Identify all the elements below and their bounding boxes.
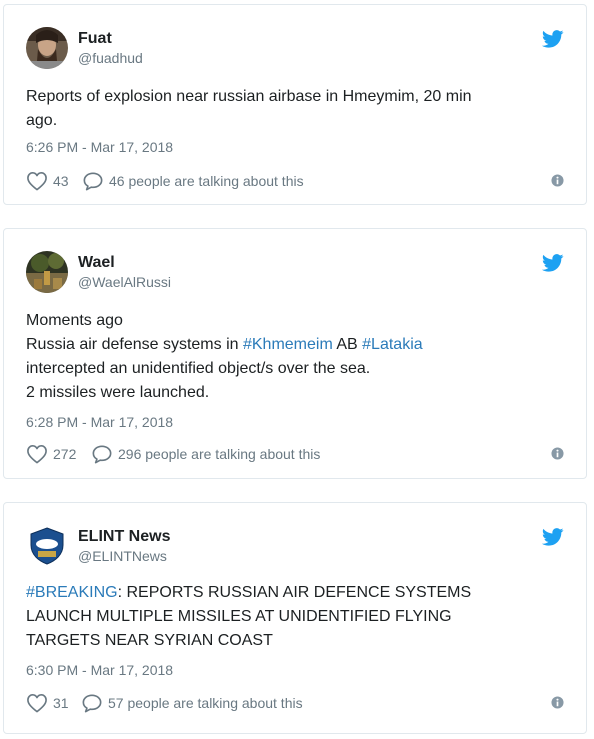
tweet-text: Reports of explosion near russian airbas… — [26, 85, 562, 133]
tweet-card[interactable]: Fuat @fuadhud Reports of explosion near … — [3, 4, 587, 205]
tweet-header: Fuat @fuadhud — [26, 27, 566, 69]
like-button[interactable]: 43 — [26, 170, 69, 192]
like-count: 31 — [53, 695, 69, 711]
like-button[interactable]: 31 — [26, 692, 69, 714]
timestamp[interactable]: 6:30 PM - Mar 17, 2018 — [26, 661, 173, 680]
avatar[interactable] — [26, 251, 68, 293]
tweet-text-segment: AB — [332, 336, 363, 353]
user-handle[interactable]: @WaelAlRussi — [78, 273, 171, 292]
like-count: 43 — [53, 173, 69, 189]
conversation-link[interactable]: 46 people are talking about this — [82, 170, 304, 192]
bearded-man-avatar-icon — [26, 27, 68, 69]
user-handle[interactable]: @fuadhud — [78, 49, 143, 68]
hashtag-link[interactable]: #Khmemeim — [243, 336, 333, 353]
speech-bubble-icon — [92, 445, 112, 464]
tweet-card[interactable]: Wael @WaelAlRussi Moments ago Russia air … — [3, 228, 587, 479]
like-button[interactable]: 272 — [26, 443, 76, 465]
talking-count: 57 people are talking about this — [108, 695, 303, 711]
avatar[interactable] — [26, 27, 68, 69]
talking-count: 296 people are talking about this — [118, 446, 321, 462]
hashtag-link[interactable]: #BREAKING — [26, 584, 118, 601]
timestamp[interactable]: 6:26 PM - Mar 17, 2018 — [26, 138, 173, 157]
info-icon[interactable] — [551, 174, 564, 187]
tweet-text-segment: Reports of explosion near russian airbas… — [26, 88, 472, 105]
tweet-actions: 31 57 people are talking about this — [26, 692, 564, 714]
tweet-text: Moments ago Russia air defense systems in… — [26, 309, 562, 405]
tweet-text-line: Reports of explosion near russian airbas… — [26, 85, 562, 109]
conversation-link[interactable]: 57 people are talking about this — [81, 692, 303, 714]
twitter-bird-icon[interactable] — [542, 30, 564, 48]
tweet-text-segment: TARGETS NEAR SYRIAN COAST — [26, 632, 273, 649]
tweet-text-line: ago. — [26, 109, 562, 133]
conversation-link[interactable]: 296 people are talking about this — [91, 443, 320, 465]
tweet-text-segment: Russia air defense systems in — [26, 336, 243, 353]
speech-bubble-icon — [82, 694, 102, 713]
display-name[interactable]: Wael — [78, 253, 171, 273]
tweet-text-line: Russia air defense systems in #Khmemeim … — [26, 333, 562, 357]
tweet-text-segment: ago. — [26, 112, 58, 129]
tweet-actions: 43 46 people are talking about this — [26, 170, 564, 192]
tweet-text-segment: : REPORTS RUSSIAN AIR DEFENCE SYSTEMS — [117, 584, 472, 601]
display-name[interactable]: Fuat — [78, 29, 143, 49]
tweet-text: #BREAKING: REPORTS RUSSIAN AIR DEFENCE S… — [26, 581, 562, 653]
timestamp[interactable]: 6:28 PM - Mar 17, 2018 — [26, 413, 173, 432]
tweet-text-line: #BREAKING: REPORTS RUSSIAN AIR DEFENCE S… — [26, 581, 562, 605]
heart-icon — [27, 445, 47, 464]
avatar[interactable] — [26, 525, 68, 567]
tweet-text-segment: LAUNCH MULTIPLE MISSILES AT UNIDENTIFIED… — [26, 608, 452, 625]
hashtag-link[interactable]: #Latakia — [362, 336, 423, 353]
tweet-header: ELINT News @ELINTNews — [26, 525, 566, 567]
twitter-bird-icon[interactable] — [542, 528, 564, 546]
elint-news-logo-icon — [26, 525, 68, 567]
user-handle[interactable]: @ELINTNews — [78, 547, 170, 566]
heart-icon — [27, 172, 47, 191]
tweet-text-segment: Moments ago — [26, 312, 123, 329]
talking-count: 46 people are talking about this — [109, 173, 304, 189]
tweet-text-line: TARGETS NEAR SYRIAN COAST — [26, 629, 562, 653]
tweet-text-segment: intercepted an unidentified object/s ove… — [26, 360, 371, 377]
info-icon[interactable] — [551, 447, 564, 460]
speech-bubble-icon — [83, 172, 103, 191]
display-name[interactable]: ELINT News — [78, 527, 170, 547]
tweet-text-line: intercepted an unidentified object/s ove… — [26, 357, 562, 381]
tweet-text-line: Moments ago — [26, 309, 562, 333]
twitter-bird-icon[interactable] — [542, 254, 564, 272]
tweet-card[interactable]: ELINT News @ELINTNews #BREAKING: REPORTS… — [3, 502, 587, 734]
tweet-header: Wael @WaelAlRussi — [26, 251, 566, 293]
tweet-text-line: LAUNCH MULTIPLE MISSILES AT UNIDENTIFIED… — [26, 605, 562, 629]
tweet-text-segment: 2 missiles were launched. — [26, 384, 210, 401]
like-count: 272 — [53, 446, 77, 462]
landscape-avatar-icon — [26, 251, 68, 293]
info-icon[interactable] — [551, 696, 564, 709]
tweet-text-line: 2 missiles were launched. — [26, 381, 562, 405]
tweet-actions: 272 296 people are talking about this — [26, 443, 564, 465]
heart-icon — [27, 694, 47, 713]
